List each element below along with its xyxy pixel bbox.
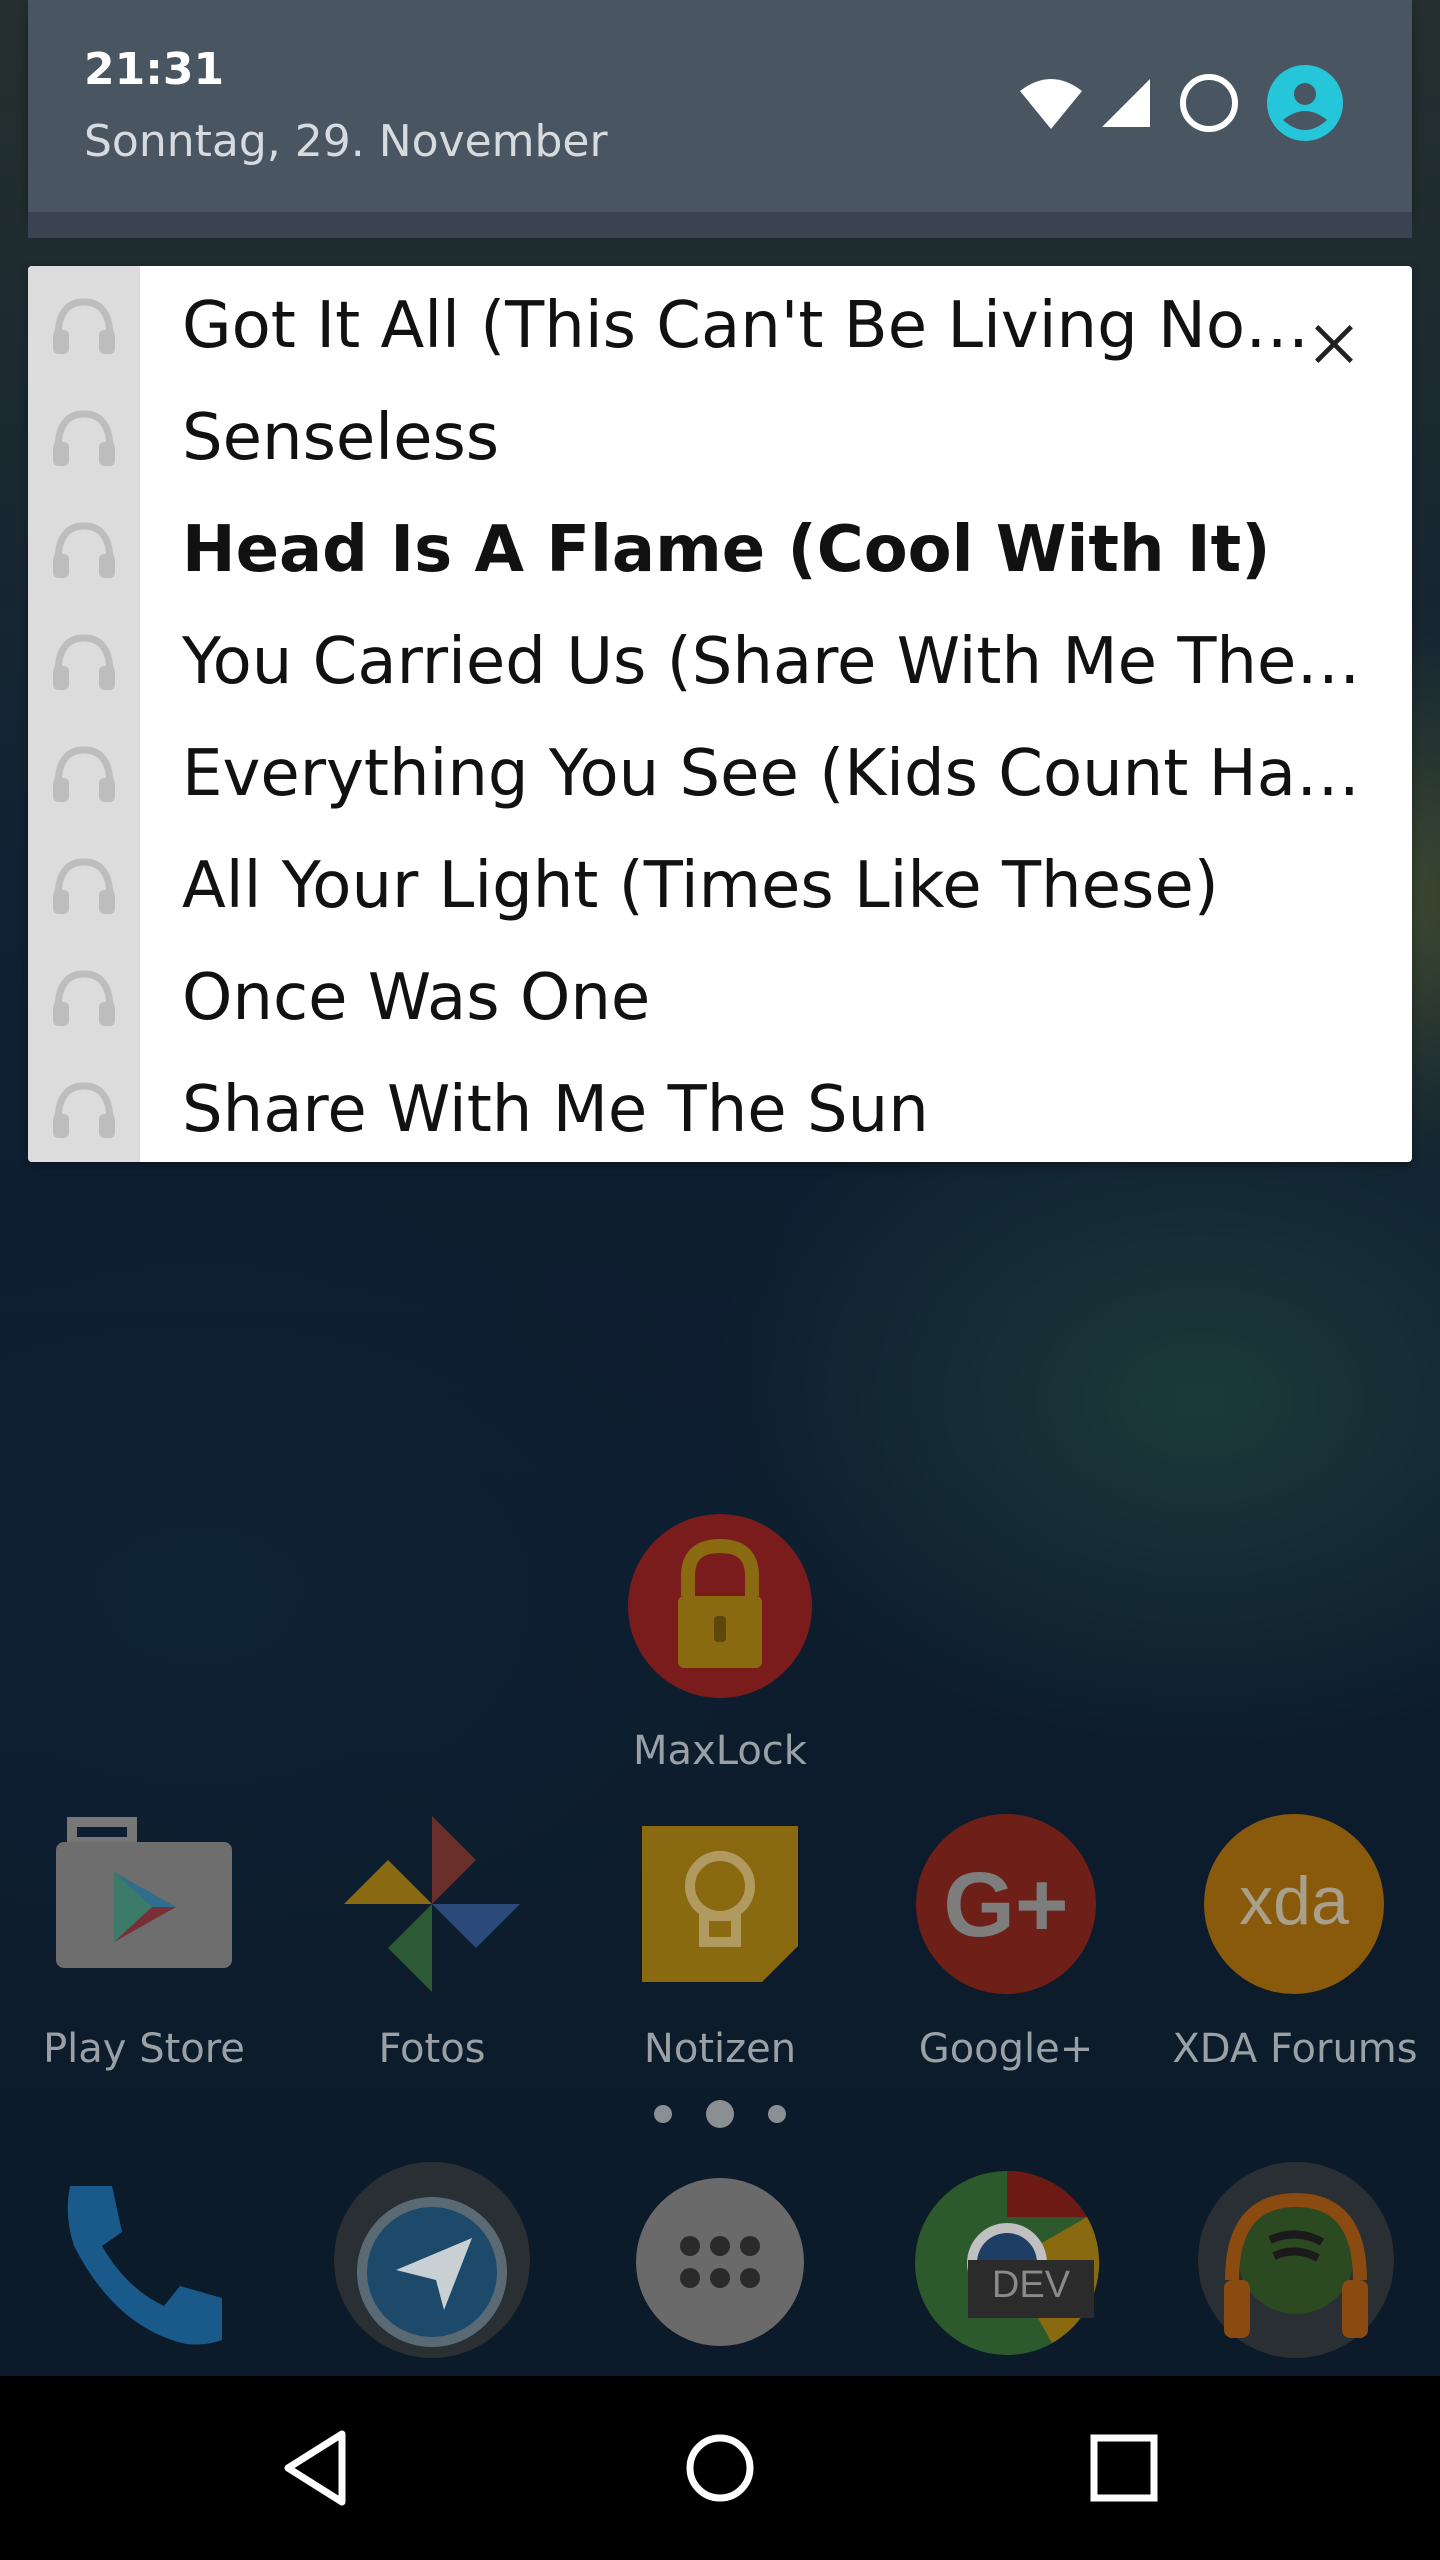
spotify-headphones-icon bbox=[1198, 2162, 1394, 2358]
track-row[interactable]: Once Was One bbox=[28, 942, 1412, 1054]
back-icon[interactable] bbox=[266, 2416, 370, 2520]
lock-icon bbox=[628, 1514, 812, 1698]
maxlock-label: MaxLock bbox=[633, 1728, 807, 1774]
pinwheel-icon bbox=[344, 1816, 520, 1992]
play-store-icon bbox=[56, 1817, 232, 1968]
app-drawer-icon bbox=[636, 2178, 804, 2346]
headphones-icon bbox=[53, 970, 115, 1026]
track-row[interactable]: Senseless bbox=[28, 382, 1412, 494]
navigation-bar bbox=[0, 2376, 1440, 2560]
app-drawer-button[interactable] bbox=[634, 2176, 806, 2348]
google-plus-app[interactable]: G+ bbox=[914, 1812, 1098, 1996]
spotify-app[interactable] bbox=[1196, 2160, 1396, 2360]
headphones-icon bbox=[53, 298, 115, 354]
headphones-icon bbox=[53, 746, 115, 802]
svg-text:G+: G+ bbox=[943, 1854, 1068, 1956]
lightbulb-icon bbox=[642, 1826, 798, 1982]
home-icon[interactable] bbox=[668, 2416, 772, 2520]
google-plus-label: Google+ bbox=[918, 2026, 1094, 2072]
track-title: Got It All (This Can't Be Living Now) bbox=[182, 289, 1312, 363]
track-row[interactable]: All Your Light (Times Like These) bbox=[28, 830, 1412, 942]
notizen-label: Notizen bbox=[643, 2026, 797, 2072]
track-title: Head Is A Flame (Cool With It) bbox=[182, 513, 1271, 587]
close-icon[interactable] bbox=[1312, 322, 1356, 366]
telegram-icon bbox=[334, 2162, 530, 2358]
maxlock-app[interactable] bbox=[626, 1512, 814, 1700]
status-icons bbox=[1018, 64, 1344, 142]
page-indicator bbox=[654, 2100, 786, 2128]
svg-text:xda: xda bbox=[1239, 1863, 1349, 1939]
notizen-app[interactable] bbox=[638, 1822, 802, 1986]
track-title: All Your Light (Times Like These) bbox=[182, 849, 1219, 923]
recents-icon[interactable] bbox=[1072, 2416, 1176, 2520]
wifi-icon bbox=[1020, 79, 1082, 129]
chrome-dev-icon bbox=[915, 2170, 1100, 2355]
headphones-icon bbox=[53, 410, 115, 466]
track-title: Senseless bbox=[182, 401, 500, 475]
xda-icon: xda bbox=[1204, 1814, 1384, 1994]
phone-app[interactable] bbox=[56, 2176, 232, 2352]
track-row[interactable]: Head Is A Flame (Cool With It) bbox=[28, 494, 1412, 606]
track-title: You Carried Us (Share With Me The Sun) bbox=[182, 625, 1372, 699]
page-dot bbox=[654, 2105, 672, 2123]
track-title: Share With Me The Sun bbox=[182, 1073, 929, 1147]
play-store-app[interactable] bbox=[52, 1812, 236, 1972]
page-dot bbox=[768, 2105, 786, 2123]
track-title: Once Was One bbox=[182, 961, 651, 1035]
clock-time: 21:31 bbox=[84, 44, 225, 95]
track-title: Everything You See (Kids Count Halleluja… bbox=[182, 737, 1372, 811]
playlist-notification[interactable]: Got It All (This Can't Be Living Now) Sen… bbox=[28, 266, 1412, 1162]
circle-status-icon bbox=[1180, 74, 1238, 132]
dev-badge-text: DEV bbox=[991, 2264, 1071, 2306]
notification-shade-header: 21:31 Sonntag, 29. November bbox=[28, 0, 1412, 212]
date-label: Sonntag, 29. November bbox=[84, 116, 608, 167]
phone-icon bbox=[67, 2186, 222, 2345]
page-dot-current bbox=[706, 2100, 734, 2128]
telegram-app[interactable] bbox=[332, 2160, 532, 2360]
shade-divider bbox=[28, 212, 1412, 238]
fotos-app[interactable] bbox=[340, 1812, 524, 1996]
xda-app[interactable]: xda bbox=[1202, 1812, 1386, 1996]
play-store-label: Play Store bbox=[43, 2026, 245, 2072]
xda-label: XDA Forums bbox=[1172, 2026, 1418, 2072]
fotos-label: Fotos bbox=[378, 2026, 486, 2072]
headphones-icon bbox=[53, 1082, 115, 1138]
user-avatar-icon[interactable] bbox=[1266, 64, 1344, 142]
headphones-icon bbox=[53, 634, 115, 690]
headphones-icon bbox=[53, 522, 115, 578]
google-plus-icon: G+ bbox=[916, 1814, 1096, 1994]
cell-signal-icon bbox=[1102, 79, 1150, 127]
headphones-icon bbox=[53, 858, 115, 914]
chrome-dev-app[interactable]: DEV bbox=[912, 2168, 1102, 2358]
track-row[interactable]: Share With Me The Sun bbox=[28, 1054, 1412, 1162]
track-row[interactable]: Got It All (This Can't Be Living Now) bbox=[28, 270, 1412, 382]
track-row[interactable]: You Carried Us (Share With Me The Sun) bbox=[28, 606, 1412, 718]
track-row[interactable]: Everything You See (Kids Count Halleluja… bbox=[28, 718, 1412, 830]
